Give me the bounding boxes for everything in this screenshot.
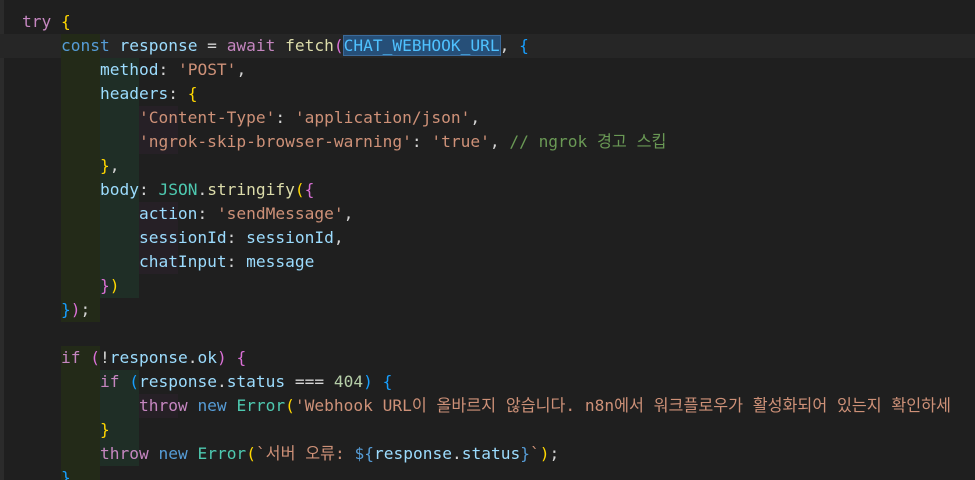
code-line[interactable]: if (!response.ok) { bbox=[0, 346, 975, 370]
code-line[interactable]: 'ngrok-skip-browser-warning': 'true', //… bbox=[0, 130, 975, 154]
code-line[interactable]: action: 'sendMessage', bbox=[0, 202, 975, 226]
code-line[interactable]: headers: { bbox=[0, 82, 975, 106]
highlighted-token: CHAT_WEBHOOK_URL bbox=[342, 35, 501, 56]
code-text: throw new Error('Webhook URL이 올바르지 않습니다.… bbox=[138, 396, 951, 415]
code-text: 'ngrok-skip-browser-warning': 'true', //… bbox=[138, 132, 667, 151]
code-line[interactable] bbox=[0, 322, 975, 346]
code-line[interactable]: body: JSON.stringify({ bbox=[0, 178, 975, 202]
code-text: }, bbox=[99, 156, 120, 175]
code-line[interactable]: }) bbox=[0, 274, 975, 298]
code-line[interactable]: } bbox=[0, 418, 975, 442]
code-text: chatInput: message bbox=[138, 252, 315, 271]
code-line[interactable]: sessionId: sessionId, bbox=[0, 226, 975, 250]
code-text: 'Content-Type': 'application/json', bbox=[138, 108, 481, 127]
code-text: try { bbox=[22, 12, 71, 31]
code-line[interactable]: }, bbox=[0, 154, 975, 178]
code-text: body: JSON.stringify({ bbox=[99, 180, 315, 199]
code-text: }); bbox=[60, 300, 91, 319]
code-editor[interactable]: try { const response = await fetch(CHAT_… bbox=[0, 0, 975, 480]
code-text: throw new Error(`서버 오류: ${response.statu… bbox=[99, 444, 560, 463]
code-text: if (!response.ok) { bbox=[60, 348, 247, 367]
code-line[interactable]: chatInput: message bbox=[0, 250, 975, 274]
code-line[interactable]: try { bbox=[0, 10, 975, 34]
code-text: } bbox=[99, 420, 110, 439]
code-text: if (response.status === 404) { bbox=[99, 372, 393, 391]
code-line[interactable]: method: 'POST', bbox=[0, 58, 975, 82]
code-line[interactable]: }); bbox=[0, 298, 975, 322]
code-text: method: 'POST', bbox=[99, 60, 247, 79]
code-line[interactable]: } bbox=[0, 466, 975, 480]
code-text: const response = await fetch(CHAT_WEBHOO… bbox=[60, 35, 529, 56]
code-text: sessionId: sessionId, bbox=[138, 228, 344, 247]
code-text: headers: { bbox=[99, 84, 198, 103]
code-line[interactable]: throw new Error('Webhook URL이 올바르지 않습니다.… bbox=[0, 394, 975, 418]
code-text: }) bbox=[99, 276, 120, 295]
code-text: } bbox=[60, 468, 71, 480]
code-line[interactable]: const response = await fetch(CHAT_WEBHOO… bbox=[0, 34, 975, 58]
code-line[interactable]: 'Content-Type': 'application/json', bbox=[0, 106, 975, 130]
code-line[interactable]: if (response.status === 404) { bbox=[0, 370, 975, 394]
code-line[interactable]: throw new Error(`서버 오류: ${response.statu… bbox=[0, 442, 975, 466]
code-text: action: 'sendMessage', bbox=[138, 204, 354, 223]
